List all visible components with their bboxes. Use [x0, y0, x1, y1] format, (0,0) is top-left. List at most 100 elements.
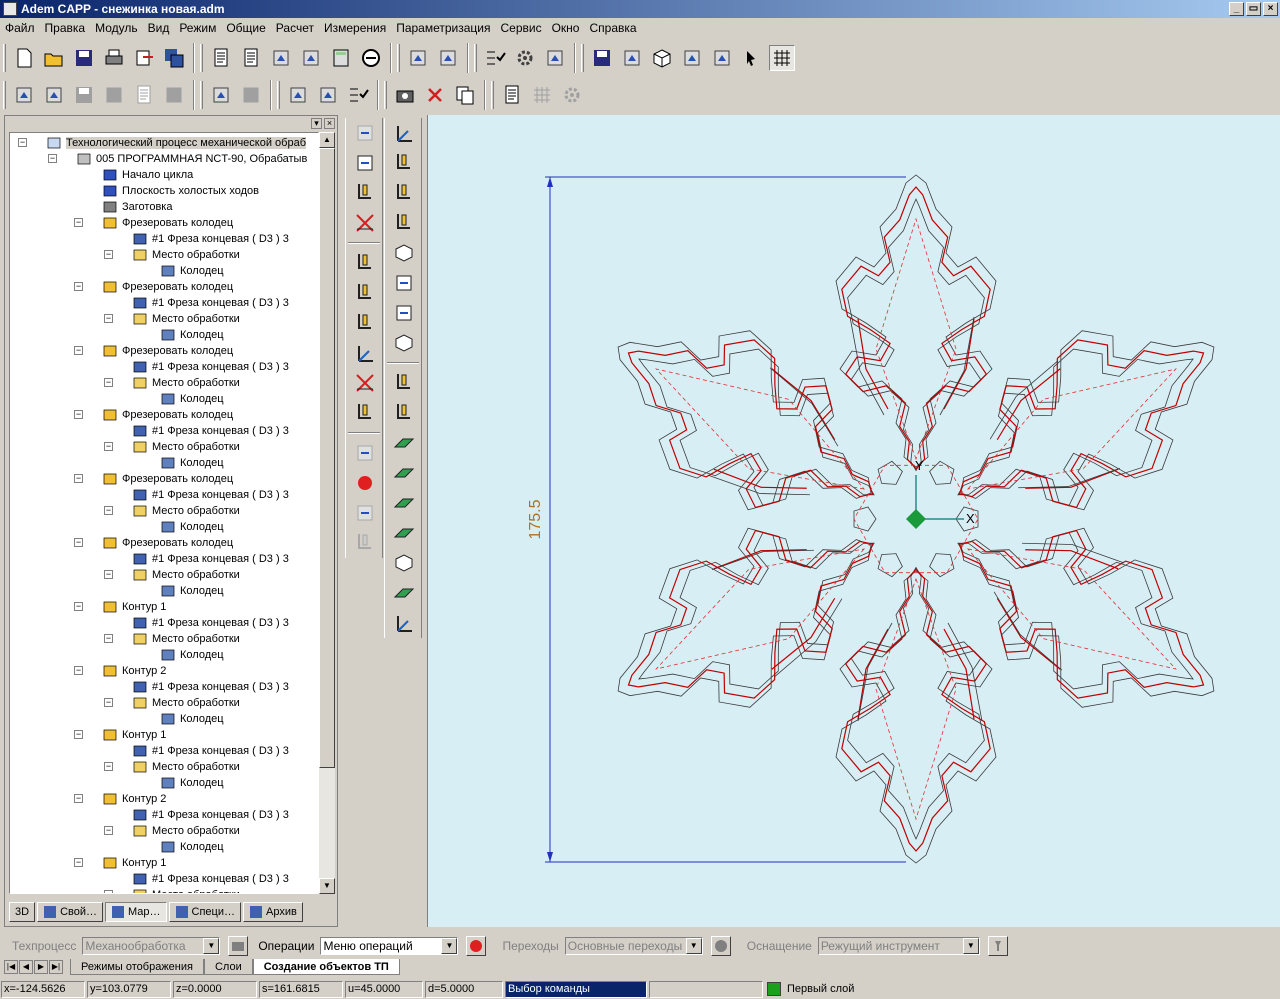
toolbar-grip[interactable] [581, 44, 584, 72]
tree-tool[interactable]: #1 Фреза концевая ( D3 ) 3 [132, 423, 289, 439]
menu-measurements[interactable]: Измерения [321, 21, 389, 35]
database-tree-button[interactable] [405, 45, 431, 71]
toolbar-grip[interactable] [384, 81, 387, 109]
snowflake-drawing[interactable]: 175.5 Y X [428, 115, 1280, 927]
plane-tilt-button[interactable] [388, 518, 420, 548]
tree-step[interactable]: Фрезеровать колодец [102, 279, 233, 295]
tree-expander[interactable]: − [104, 826, 113, 835]
spreadsheet-button[interactable] [435, 45, 461, 71]
tree-geometry[interactable]: Колодец [160, 519, 224, 535]
tree-expander[interactable]: − [18, 138, 27, 147]
axis-marker-button[interactable] [349, 338, 381, 368]
plane-xz-button[interactable] [388, 458, 420, 488]
last-tab-button[interactable]: ▶| [49, 960, 63, 974]
tool-load-button[interactable] [388, 398, 420, 428]
tree-expander[interactable]: − [74, 794, 83, 803]
menu-calculation[interactable]: Расчет [273, 21, 317, 35]
panel-tab-4[interactable]: Архив [243, 902, 303, 922]
calculator-button[interactable] [328, 45, 354, 71]
tree-step[interactable]: Фрезеровать колодец [102, 343, 233, 359]
tree-root[interactable]: Технологический процесс механической обр… [46, 135, 307, 151]
tree-place[interactable]: Место обработки [132, 311, 240, 327]
tree-step[interactable]: Фрезеровать колодец [102, 215, 233, 231]
view-zoom-button[interactable] [709, 45, 735, 71]
plane-diag-button[interactable] [388, 578, 420, 608]
export-button[interactable] [131, 45, 157, 71]
tree-place[interactable]: Место обработки [132, 759, 240, 775]
operations-button[interactable] [41, 82, 67, 108]
scroll-up-button[interactable]: ▲ [319, 132, 335, 148]
panel-tab-1[interactable]: Свой… [37, 902, 103, 922]
tree-operation[interactable]: 005 ПРОГРАММНАЯ NCT-90, Обрабатыв [76, 151, 307, 167]
close-button[interactable]: × [1263, 2, 1278, 16]
shapes-button[interactable] [298, 45, 324, 71]
toolbar-grip[interactable] [277, 81, 280, 109]
tree-geometry[interactable]: Колодец [160, 839, 224, 855]
tree-expander[interactable]: − [104, 506, 113, 515]
tree-tool[interactable]: #1 Фреза концевая ( D3 ) 3 [132, 679, 289, 695]
grid-box-button[interactable] [388, 548, 420, 578]
tree-scrollbar[interactable]: ▲ ▼ [319, 132, 335, 894]
tree-expander[interactable]: − [104, 698, 113, 707]
sheet-tab-0[interactable]: Режимы отображения [70, 959, 204, 975]
sheet-tab-2[interactable]: Создание объектов ТП [252, 959, 400, 975]
tree-geometry[interactable]: Колодец [160, 327, 224, 343]
tree-expander[interactable]: − [48, 154, 57, 163]
machine-save-button[interactable] [589, 45, 615, 71]
save-button[interactable] [71, 45, 97, 71]
settings-button[interactable] [512, 45, 538, 71]
tree-expander[interactable]: − [74, 730, 83, 739]
tree-expander[interactable]: − [74, 666, 83, 675]
new-button[interactable] [11, 45, 37, 71]
tool-save-button[interactable] [388, 368, 420, 398]
tree-expander[interactable]: − [104, 762, 113, 771]
tree-expander[interactable]: − [74, 218, 83, 227]
variables-button[interactable] [268, 45, 294, 71]
tree-expander[interactable]: − [104, 634, 113, 643]
toolbar-grip[interactable] [3, 44, 6, 72]
first-tab-button[interactable]: |◀ [4, 960, 18, 974]
tree-step[interactable]: Контур 1 [102, 855, 166, 871]
plane-yz-button[interactable] [388, 488, 420, 518]
edit-document-button[interactable] [238, 45, 264, 71]
tree-expander[interactable]: − [104, 378, 113, 387]
scroll-down-button[interactable]: ▼ [319, 878, 335, 894]
properties-button[interactable] [11, 82, 37, 108]
tree-expander[interactable]: − [104, 442, 113, 451]
report-button[interactable] [499, 82, 525, 108]
minus-circle-button[interactable] [358, 45, 384, 71]
tree-step[interactable]: Контур 2 [102, 791, 166, 807]
menu-edit[interactable]: Правка [42, 21, 89, 35]
cross-delete-button[interactable] [349, 208, 381, 238]
menu-general[interactable]: Общие [223, 21, 268, 35]
tree-step[interactable]: Фрезеровать колодец [102, 407, 233, 423]
tool-offset-button[interactable] [349, 308, 381, 338]
toolbar-grip[interactable] [474, 44, 477, 72]
toolbar-grip[interactable] [397, 44, 400, 72]
tree-tool[interactable]: #1 Фреза концевая ( D3 ) 3 [132, 615, 289, 631]
tools-button[interactable] [542, 45, 568, 71]
sheet-tab-1[interactable]: Слои [203, 959, 253, 975]
next-tab-button[interactable]: ▶ [34, 960, 48, 974]
box-button[interactable] [388, 238, 420, 268]
tree-step[interactable]: Фрезеровать колодец [102, 471, 233, 487]
tree-tool[interactable]: #1 Фреза концевая ( D3 ) 3 [132, 807, 289, 823]
tree-step[interactable]: Контур 1 [102, 599, 166, 615]
tree-expander[interactable]: − [74, 282, 83, 291]
tree-geometry[interactable]: Колодец [160, 391, 224, 407]
delete-tool-button[interactable] [422, 82, 448, 108]
sequence-button[interactable] [208, 82, 234, 108]
operations-run-button[interactable] [466, 936, 487, 956]
plane-xy-button[interactable] [388, 428, 420, 458]
process-button[interactable] [315, 82, 341, 108]
tree-tool[interactable]: #1 Фреза концевая ( D3 ) 3 [132, 359, 289, 375]
toolbar-grip[interactable] [200, 81, 203, 109]
grid-button[interactable] [769, 45, 795, 71]
machine-load-button[interactable] [619, 45, 645, 71]
menu-module[interactable]: Модуль [92, 21, 141, 35]
menu-file[interactable]: Файл [2, 21, 38, 35]
tool-change-button[interactable] [349, 278, 381, 308]
toolbar-grip[interactable] [3, 81, 6, 109]
tree-place[interactable]: Место обработки [132, 247, 240, 263]
tree-blank[interactable]: Заготовка [102, 199, 172, 215]
